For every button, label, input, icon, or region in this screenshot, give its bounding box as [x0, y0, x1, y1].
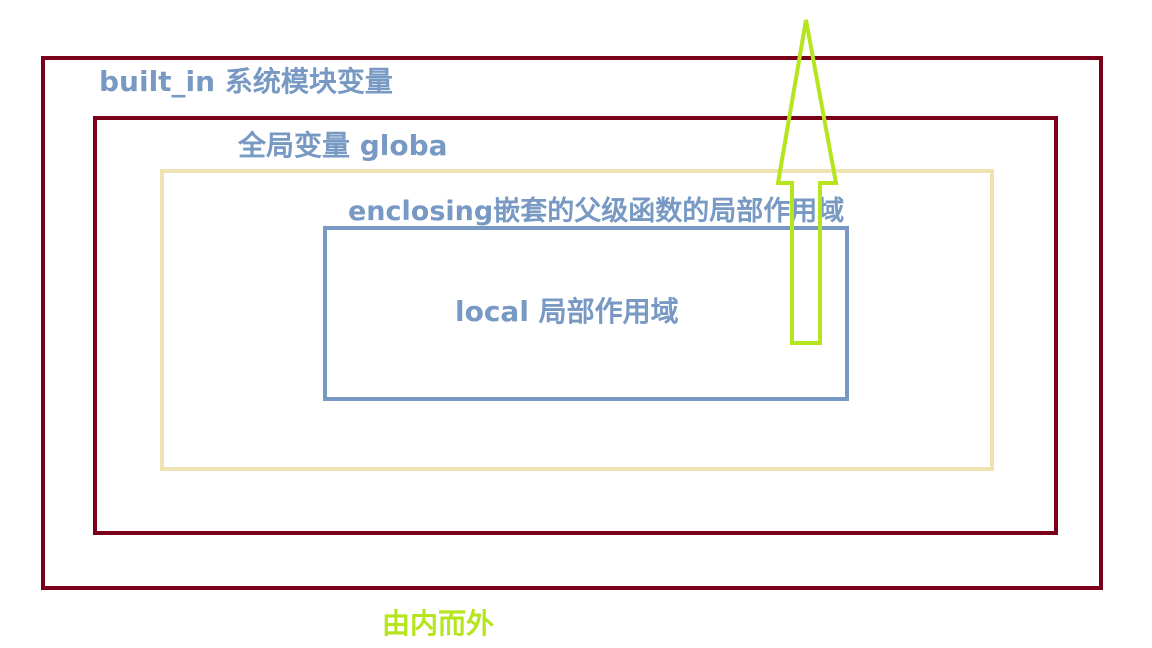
- direction-label: 由内而外: [382, 607, 495, 640]
- enclosing-scope-label: enclosing嵌套的父级函数的局部作用域: [348, 196, 845, 227]
- local-scope-label: local 局部作用域: [455, 295, 679, 328]
- global-scope-label: 全局变量 globa: [238, 129, 448, 162]
- builtin-scope-label: built_in 系统模块变量: [99, 65, 393, 98]
